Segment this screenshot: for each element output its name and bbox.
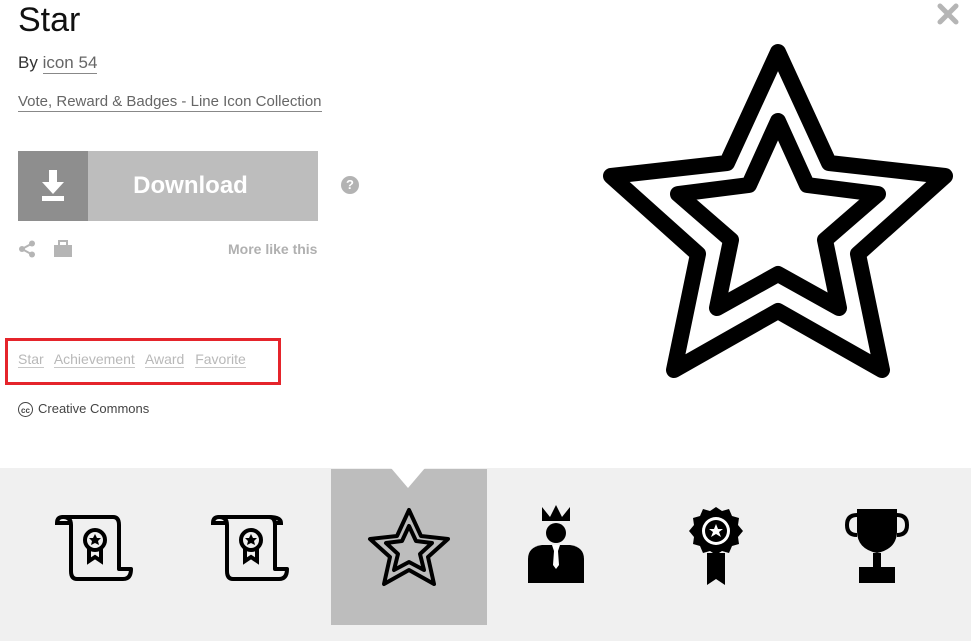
related-icon-thumb[interactable] — [20, 469, 176, 625]
related-icon-thumb[interactable] — [176, 469, 332, 625]
more-like-this-link[interactable]: More like this — [228, 241, 317, 257]
tag-star[interactable]: Star — [18, 351, 44, 368]
by-label: By — [18, 53, 38, 72]
collection: Vote, Reward & Badges - Line Icon Collec… — [18, 92, 322, 112]
byline: By icon 54 — [18, 52, 98, 74]
star-preview-icon — [598, 40, 958, 390]
collection-link[interactable]: Vote, Reward & Badges - Line Icon Collec… — [18, 93, 322, 112]
star-icon — [368, 508, 450, 586]
license[interactable]: cc Creative Commons — [18, 400, 149, 418]
help-icon[interactable]: ? — [341, 176, 359, 194]
page-title: Star — [18, 1, 81, 39]
creative-commons-icon: cc — [18, 401, 33, 417]
trophy-icon — [845, 509, 910, 583]
king-crown-person-icon — [528, 505, 584, 583]
download-icon — [18, 151, 88, 221]
related-icon-thumb-selected[interactable] — [331, 469, 487, 625]
tag-list: Star Achievement Award Favorite — [18, 349, 253, 369]
tag-award[interactable]: Award — [144, 351, 185, 368]
related-icon-thumb[interactable] — [644, 469, 800, 625]
tag-favorite[interactable]: Favorite — [195, 351, 246, 368]
related-icon-thumb[interactable] — [488, 469, 644, 625]
download-button[interactable]: Download — [18, 151, 318, 221]
related-icon-thumb[interactable] — [800, 469, 956, 625]
selected-indicator-notch — [391, 468, 425, 488]
certificate-scroll-icon — [211, 515, 289, 581]
tag-achievement[interactable]: Achievement — [53, 351, 135, 368]
share-icon[interactable] — [18, 240, 36, 263]
kit-briefcase-icon[interactable] — [53, 240, 73, 263]
author-link[interactable]: icon 54 — [42, 53, 98, 74]
download-label: Download — [133, 172, 248, 199]
certificate-scroll-icon — [55, 515, 133, 581]
close-icon[interactable] — [936, 2, 960, 26]
award-badge-ribbon-icon — [689, 507, 743, 585]
license-label: Creative Commons — [38, 401, 150, 416]
